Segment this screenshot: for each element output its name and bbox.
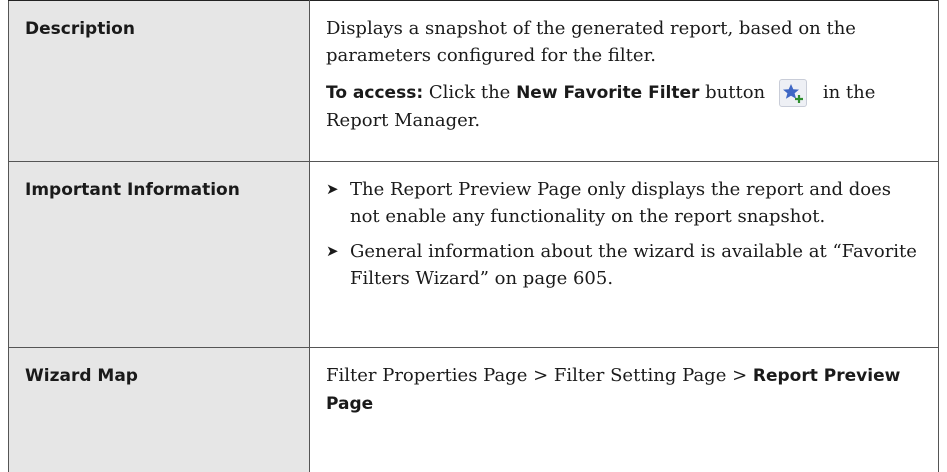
wizard-map-content: Filter Properties Page > Filter Setting …	[310, 348, 939, 472]
row-label-wizard-map: Wizard Map	[9, 348, 310, 472]
access-text: To access: Click the New Favorite Filter…	[326, 79, 922, 134]
table-row-description: Description Displays a snapshot of the g…	[9, 1, 939, 162]
bullet-text: General information about the wizard is …	[350, 238, 922, 292]
access-text-2: button	[699, 82, 765, 103]
access-text-1: Click the	[423, 82, 516, 103]
wizard-map-path: Filter Properties Page > Filter Setting …	[326, 365, 753, 386]
bullet-arrow-icon: ➤	[326, 238, 350, 292]
table-row-important: Important Information ➤The Report Previe…	[9, 162, 939, 348]
row-label-important: Important Information	[9, 162, 310, 348]
row-label-description: Description	[9, 1, 310, 162]
info-table: Description Displays a snapshot of the g…	[8, 0, 939, 472]
description-content: Displays a snapshot of the generated rep…	[310, 1, 939, 162]
bullet-item: ➤General information about the wizard is…	[326, 238, 922, 292]
bullet-arrow-icon: ➤	[326, 176, 350, 230]
access-prefix: To access:	[326, 83, 423, 103]
access-button-name: New Favorite Filter	[516, 83, 699, 103]
bullet-item: ➤The Report Preview Page only displays t…	[326, 176, 922, 230]
description-text: Displays a snapshot of the generated rep…	[326, 15, 922, 69]
bullet-text: The Report Preview Page only displays th…	[350, 176, 922, 230]
new-favorite-filter-star-icon	[779, 79, 807, 107]
table-row-wizard-map: Wizard Map Filter Properties Page > Filt…	[9, 348, 939, 472]
important-content: ➤The Report Preview Page only displays t…	[310, 162, 939, 348]
